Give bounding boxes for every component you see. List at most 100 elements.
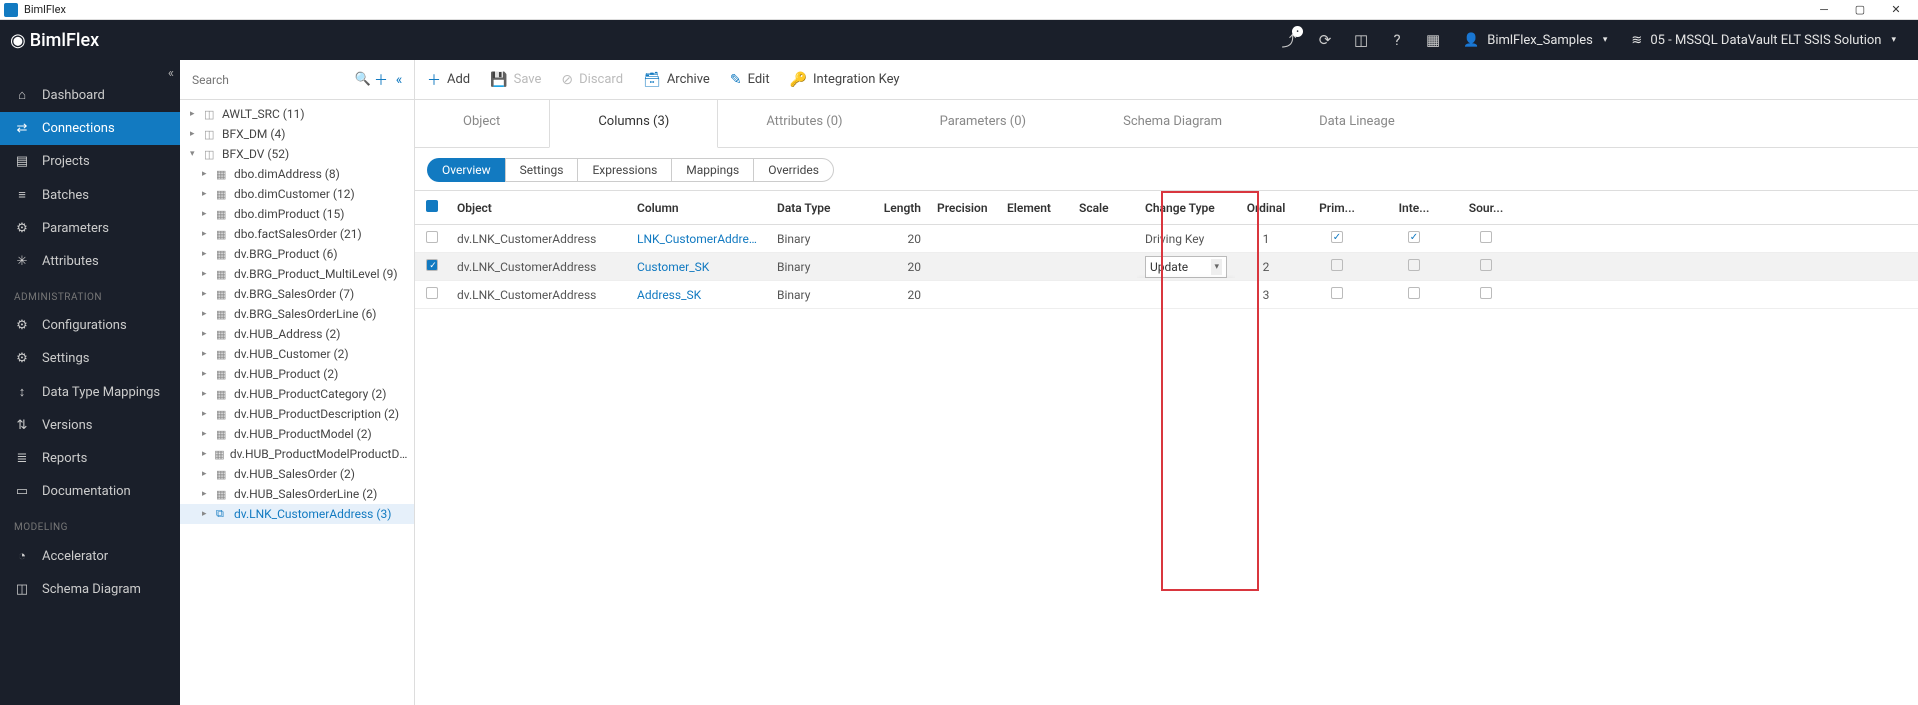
expand-icon[interactable]: ▸ <box>202 249 212 259</box>
tree-item[interactable]: ▸▦dbo.dimProduct (15) <box>180 204 414 224</box>
tree-item[interactable]: ▸▦dv.BRG_SalesOrderLine (6) <box>180 304 414 324</box>
changetype-select[interactable]: Update▾ <box>1145 256 1227 278</box>
edit-button[interactable]: ✎Edit <box>730 72 770 88</box>
ordinal-cell[interactable]: 3 <box>1235 288 1297 302</box>
expand-icon[interactable]: ▸ <box>202 269 212 279</box>
expand-icon[interactable]: ▸ <box>202 369 212 379</box>
tree-item[interactable]: ▸▦dbo.dimAddress (8) <box>180 164 414 184</box>
prim-cell[interactable] <box>1297 231 1377 246</box>
col-changetype[interactable]: Change Type <box>1137 201 1235 215</box>
expand-icon[interactable]: ▸ <box>202 229 212 239</box>
col-length[interactable]: Length <box>869 201 929 215</box>
object-cell[interactable]: dv.LNK_CustomerAddress <box>449 232 629 246</box>
sidebar-item-documentation[interactable]: ▭Documentation <box>0 475 180 508</box>
tree-item[interactable]: ▸▦dv.HUB_SalesOrder (2) <box>180 464 414 484</box>
col-scale[interactable]: Scale <box>1071 201 1137 215</box>
table-row[interactable]: dv.LNK_CustomerAddress LNK_CustomerAddre… <box>415 225 1918 253</box>
tree-item[interactable]: ▸▦dv.HUB_SalesOrderLine (2) <box>180 484 414 504</box>
version-selector[interactable]: ≋ 05 - MSSQL DataVault ELT SSIS Solution… <box>1619 20 1908 60</box>
help-icon[interactable]: ? <box>1379 20 1415 60</box>
col-column[interactable]: Column <box>629 201 769 215</box>
prim-cell[interactable] <box>1297 287 1377 302</box>
expand-icon[interactable]: ▸ <box>202 189 212 199</box>
tab[interactable]: Object <box>415 100 549 147</box>
changetype-cell[interactable]: Update▾ Change Data C...Driving KeyHash … <box>1137 256 1235 278</box>
object-cell[interactable]: dv.LNK_CustomerAddress <box>449 260 629 274</box>
expand-icon[interactable]: ▸ <box>202 489 212 499</box>
col-prim[interactable]: Prim... <box>1297 201 1377 215</box>
tab[interactable]: Data Lineage <box>1271 100 1444 147</box>
tree-item[interactable]: ▸▦dv.BRG_Product (6) <box>180 244 414 264</box>
sidebar-item-attributes[interactable]: ✳Attributes <box>0 245 180 278</box>
sidebar-item-batches[interactable]: ≡Batches <box>0 178 180 212</box>
row-checkbox[interactable] <box>415 231 449 246</box>
expand-icon[interactable]: ▸ <box>202 289 212 299</box>
col-inte[interactable]: Inte... <box>1377 201 1451 215</box>
select-all-checkbox[interactable] <box>415 200 449 215</box>
tree-item[interactable]: ▸◫BFX_DM (4) <box>180 124 414 144</box>
sidebar-item-configurations[interactable]: ⚙Configurations <box>0 309 180 342</box>
prim-cell[interactable] <box>1297 259 1377 274</box>
add-button[interactable]: ＋Add <box>427 70 470 90</box>
customer-selector[interactable]: 👤 BimlFlex_Samples ▾ <box>1451 20 1619 60</box>
datatype-cell[interactable]: Binary <box>769 288 869 302</box>
sidebar-item-versions[interactable]: ⇅Versions <box>0 409 180 442</box>
col-object[interactable]: Object <box>449 201 629 215</box>
table-row[interactable]: dv.LNK_CustomerAddress Customer_SK Binar… <box>415 253 1918 281</box>
window-minimize[interactable]: ─ <box>1806 0 1842 20</box>
tab[interactable]: Attributes (0) <box>718 100 891 147</box>
sidebar-item-parameters[interactable]: ⚙Parameters <box>0 212 180 245</box>
expand-icon[interactable]: ▸ <box>202 509 212 519</box>
col-precision[interactable]: Precision <box>929 201 999 215</box>
add-icon[interactable]: ＋ <box>372 70 390 90</box>
expand-icon[interactable]: ▸ <box>202 169 212 179</box>
column-cell[interactable]: LNK_CustomerAddress_SK <box>629 232 769 246</box>
datatype-cell[interactable]: Binary <box>769 260 869 274</box>
row-checkbox[interactable] <box>415 259 449 274</box>
object-cell[interactable]: dv.LNK_CustomerAddress <box>449 288 629 302</box>
search-input[interactable] <box>186 67 354 93</box>
sidebar-item-reports[interactable]: ≣Reports <box>0 442 180 475</box>
tree-item[interactable]: ▾◫BFX_DV (52) <box>180 144 414 164</box>
expand-icon[interactable]: ▸ <box>202 429 212 439</box>
expand-icon[interactable]: ▸ <box>202 349 212 359</box>
datatype-cell[interactable]: Binary <box>769 232 869 246</box>
columns-icon[interactable]: ◫ <box>1343 20 1379 60</box>
tree-item[interactable]: ▸▦dv.HUB_Customer (2) <box>180 344 414 364</box>
tree-item[interactable]: ▸▦dv.HUB_ProductDescription (2) <box>180 404 414 424</box>
ordinal-cell[interactable]: 1 <box>1235 232 1297 246</box>
sub-tab[interactable]: Overview <box>427 158 505 182</box>
inte-cell[interactable] <box>1377 231 1451 246</box>
changetype-cell[interactable]: Driving Key <box>1137 232 1235 246</box>
sub-tab[interactable]: Overrides <box>753 158 834 182</box>
integration-key-button[interactable]: 🔑Integration Key <box>790 72 900 88</box>
expand-icon[interactable]: ▾ <box>190 149 200 159</box>
col-element[interactable]: Element <box>999 201 1071 215</box>
upload-icon[interactable]: ⤴• <box>1271 20 1307 60</box>
save-button[interactable]: 💾Save <box>490 72 541 88</box>
collapse-tree-icon[interactable]: « <box>390 72 408 88</box>
col-datatype[interactable]: Data Type <box>769 201 869 215</box>
col-sour[interactable]: Sour... <box>1451 201 1521 215</box>
length-cell[interactable]: 20 <box>869 288 929 302</box>
expand-icon[interactable]: ▸ <box>190 129 200 139</box>
sour-cell[interactable] <box>1451 231 1521 246</box>
search-icon[interactable]: 🔍 <box>354 72 372 87</box>
expand-icon[interactable]: ▸ <box>202 469 212 479</box>
column-cell[interactable]: Address_SK <box>629 288 769 302</box>
window-close[interactable]: ✕ <box>1878 0 1914 20</box>
tree-item[interactable]: ▸▦dv.HUB_ProductModel (2) <box>180 424 414 444</box>
tab[interactable]: Columns (3) <box>549 100 718 148</box>
tree-item[interactable]: ▸▦dv.BRG_SalesOrder (7) <box>180 284 414 304</box>
expand-icon[interactable]: ▸ <box>202 449 210 459</box>
length-cell[interactable]: 20 <box>869 260 929 274</box>
sidebar-item-data-type-mappings[interactable]: ↕Data Type Mappings <box>0 375 180 409</box>
sour-cell[interactable] <box>1451 259 1521 274</box>
tree-item[interactable]: ▸▦dv.HUB_ProductModelProductDescript... <box>180 444 414 464</box>
length-cell[interactable]: 20 <box>869 232 929 246</box>
col-ordinal[interactable]: Ordinal <box>1235 201 1297 215</box>
sour-cell[interactable] <box>1451 287 1521 302</box>
inte-cell[interactable] <box>1377 259 1451 274</box>
sidebar-item-schema-diagram[interactable]: ◫Schema Diagram <box>0 573 180 606</box>
tree-item[interactable]: ▸◫AWLT_SRC (11) <box>180 104 414 124</box>
